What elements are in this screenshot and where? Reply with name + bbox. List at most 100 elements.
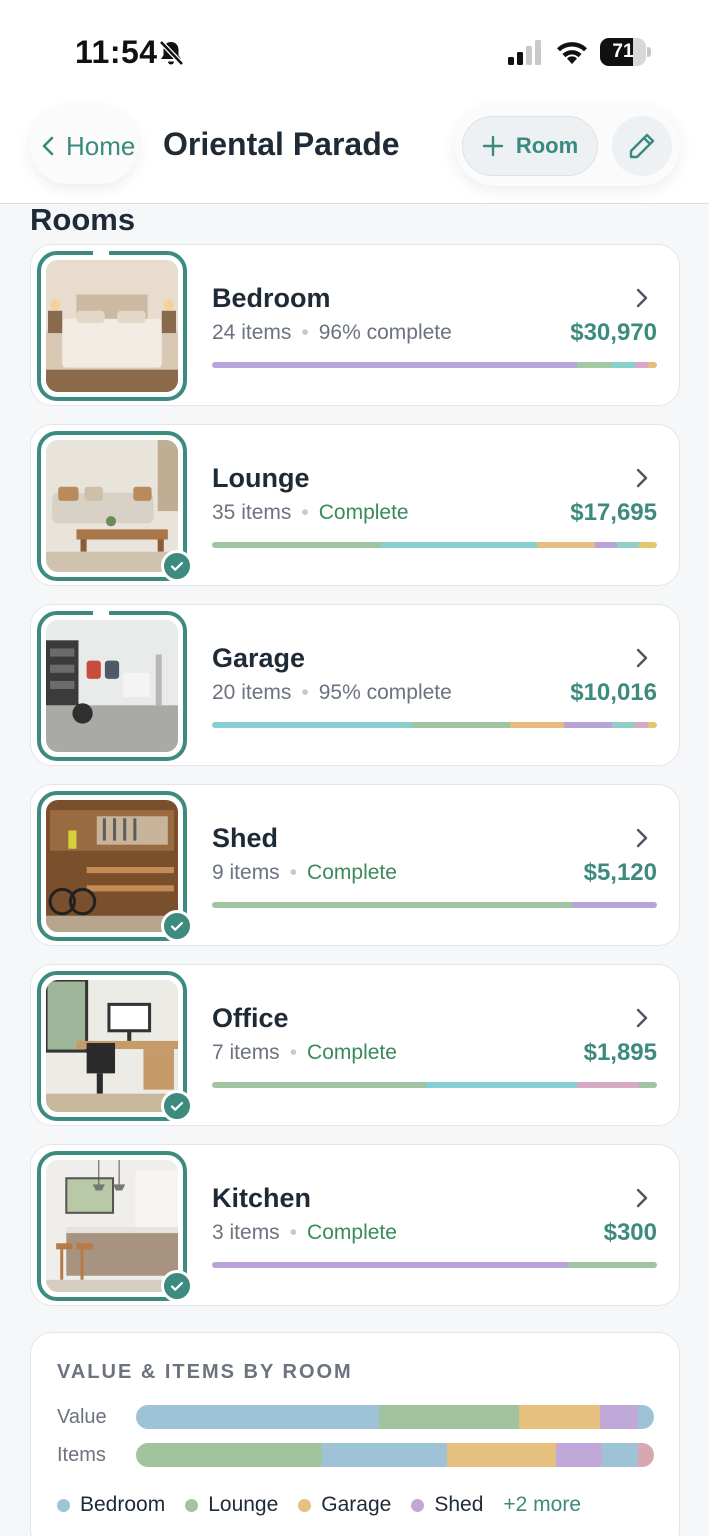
legend-dot (298, 1498, 312, 1512)
room-card[interactable]: Shed 9 items • Complete $5,120 (30, 784, 680, 946)
add-room-label: Room (515, 133, 579, 158)
header-actions: Room (455, 106, 680, 186)
room-item-count: 9 items (212, 861, 280, 884)
room-status: Complete (307, 1041, 397, 1064)
chevron-right-icon (636, 1188, 648, 1208)
items-row-label: Items (57, 1444, 106, 1466)
add-room-button[interactable]: Room (462, 116, 598, 176)
legend-label: Garage (321, 1493, 392, 1516)
room-card[interactable]: Garage 20 items • 95% complete $10,016 (30, 604, 680, 766)
kitchen-photo (46, 1160, 178, 1292)
legend-item: Shed (411, 1493, 483, 1517)
bar-segment (594, 542, 617, 548)
bar-segment (639, 1082, 657, 1088)
complete-check-badge (161, 910, 193, 942)
chevron-right-icon (636, 648, 648, 668)
pencil-icon (629, 133, 655, 159)
bar-segment (648, 362, 657, 368)
room-status: 96% complete (318, 321, 452, 344)
bar-segment (322, 1443, 447, 1467)
legend-label: Lounge (208, 1493, 279, 1516)
room-category-bar (212, 362, 657, 368)
room-meta: 35 items • Complete (212, 501, 409, 524)
chevron-right-icon (636, 288, 648, 308)
nav-header: Home Oriental Parade Room (0, 100, 709, 204)
bar-segment (212, 722, 413, 728)
bar-segment (212, 362, 577, 368)
bar-segment (612, 722, 635, 728)
bar-segment (639, 542, 657, 548)
room-item-count: 20 items (212, 681, 292, 704)
room-status: Complete (307, 861, 397, 884)
edit-button[interactable] (612, 116, 672, 176)
room-category-bar (212, 902, 657, 908)
bar-segment (634, 722, 649, 728)
wifi-icon (557, 42, 587, 64)
room-thumbnail (37, 971, 193, 1122)
legend-dot (185, 1498, 199, 1512)
room-card[interactable]: Kitchen 3 items • Complete $300 (30, 1144, 680, 1306)
shed-photo (46, 800, 178, 932)
legend-label: Bedroom (80, 1493, 166, 1516)
legend-dot (411, 1498, 425, 1512)
bar-segment (638, 1443, 654, 1467)
room-card[interactable]: Lounge 35 items • Complete $17,695 (30, 424, 680, 586)
bar-segment (602, 1443, 639, 1467)
room-thumbnail (37, 1151, 193, 1302)
legend-dot (57, 1498, 70, 1512)
complete-check-badge (161, 1090, 193, 1122)
bar-segment (379, 1405, 520, 1429)
room-name: Garage (212, 643, 306, 673)
room-meta: 3 items • Complete (212, 1221, 397, 1244)
bar-segment (616, 542, 640, 548)
room-card[interactable]: Bedroom 24 items • 96% complete $30,970 (30, 244, 680, 406)
chevron-left-icon (42, 136, 54, 156)
bar-segment (212, 902, 573, 908)
summary-card: VALUE & ITEMS BY ROOM Value Items Bedroo… (30, 1332, 680, 1536)
bar-segment (576, 362, 613, 368)
bar-segment (648, 722, 657, 728)
room-name: Office (212, 1003, 289, 1033)
bar-segment (563, 722, 613, 728)
complete-check-badge (161, 1270, 193, 1302)
room-status: Complete (307, 1221, 397, 1244)
legend-label: Shed (434, 1493, 484, 1516)
room-value: $1,895 (583, 1039, 657, 1066)
legend-item: Lounge (185, 1493, 278, 1517)
chevron-right-icon (636, 1008, 648, 1028)
room-meta: 9 items • Complete (212, 861, 397, 884)
bar-segment (634, 362, 649, 368)
room-item-count: 3 items (212, 1221, 280, 1244)
back-button[interactable]: Home (30, 108, 138, 184)
room-thumbnail (37, 431, 193, 582)
bedroom-photo (46, 260, 178, 392)
bar-segment (612, 362, 635, 368)
legend: Bedroom Lounge Garage Shed +2 more (57, 1493, 581, 1517)
legend-more-link[interactable]: +2 more (503, 1493, 581, 1517)
bar-segment (519, 1405, 600, 1429)
legend-item: Bedroom (57, 1493, 165, 1517)
chevron-right-icon (636, 468, 648, 488)
check-icon (170, 1101, 184, 1111)
bar-segment (572, 902, 657, 908)
room-card[interactable]: Office 7 items • Complete $1,895 (30, 964, 680, 1126)
check-icon (170, 1281, 184, 1291)
bar-segment (212, 542, 382, 548)
check-icon (170, 561, 184, 571)
bar-segment (576, 1082, 640, 1088)
status-time: 11:54 (75, 34, 158, 70)
complete-check-badge (161, 550, 193, 582)
bar-segment (510, 722, 564, 728)
room-thumbnail (37, 791, 193, 942)
room-category-bar (212, 542, 657, 548)
garage-photo (46, 620, 178, 752)
room-name: Shed (212, 823, 279, 853)
room-status: 95% complete (318, 681, 452, 704)
room-name: Bedroom (212, 283, 331, 313)
bar-segment (212, 1262, 568, 1268)
room-status: Complete (318, 501, 409, 524)
room-value: $17,695 (570, 499, 657, 526)
bar-segment (536, 542, 595, 548)
items-stacked-bar (136, 1443, 654, 1467)
room-value: $10,016 (570, 679, 657, 706)
